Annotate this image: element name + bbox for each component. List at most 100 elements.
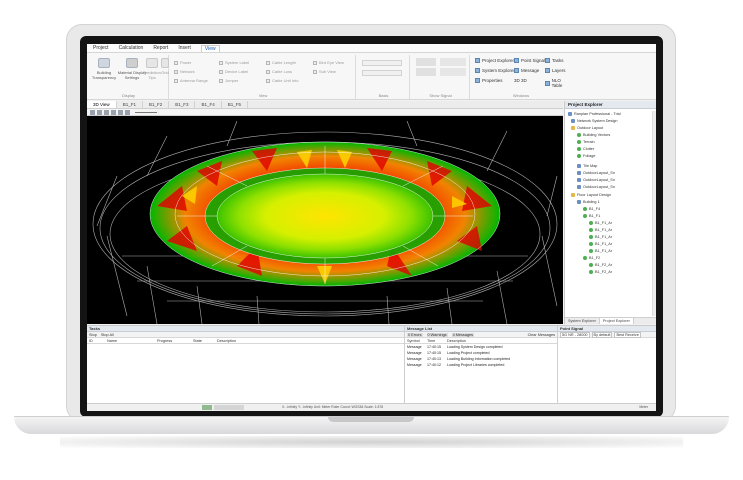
check-cable-loss[interactable]: Cable Loss — [266, 69, 292, 74]
grid-button[interactable]: Grid — [159, 58, 171, 75]
signal-button-4[interactable] — [440, 68, 466, 76]
tree-item[interactable]: B1_F2_Ar — [589, 263, 612, 267]
project-explorer-button[interactable]: Project Explorer — [475, 58, 514, 63]
tab-b1-f5[interactable]: B1_F5 — [222, 101, 249, 108]
tree-item[interactable]: OutdoorLayout_Sn — [577, 185, 615, 189]
tree-item[interactable]: OutdoorLayout_Sn — [577, 171, 615, 175]
laptop-notch — [328, 417, 414, 422]
menu-project[interactable]: Project — [93, 45, 109, 51]
layers-button[interactable]: Layers — [545, 68, 566, 73]
messages-filter[interactable]: 4 Messages — [451, 332, 475, 337]
check-device-label[interactable]: Device Label — [219, 69, 248, 74]
tree-item[interactable]: B1_F4 — [583, 207, 600, 211]
tree-item[interactable]: Ranplan Professional - Trial — [568, 112, 621, 116]
pan-icon[interactable] — [97, 110, 102, 115]
tab-b1-f4[interactable]: B1_F4 — [195, 101, 222, 108]
check-cable-unit-info[interactable]: Cable Unit Info — [266, 78, 298, 83]
message-time: 17:40:13 — [427, 357, 441, 361]
tree-item-label: Foliage — [583, 154, 596, 158]
tree-item-label: Ranplan Professional - Trial — [574, 112, 621, 116]
message-time: 17:40:15 — [427, 351, 441, 355]
signal-button[interactable] — [416, 58, 436, 66]
system-explorer-button[interactable]: System Explorer — [475, 68, 515, 73]
tree-item[interactable]: Terrain — [577, 140, 595, 144]
message-symbol: Message — [407, 351, 422, 355]
tree-item[interactable]: Outdoor Layout — [571, 126, 603, 130]
3d-view-canvas[interactable] — [87, 116, 563, 324]
tab-b1-f1[interactable]: B1_F1 — [117, 101, 143, 108]
select-icon[interactable] — [90, 110, 95, 115]
tree-item[interactable]: B1_F1_Ar — [589, 228, 612, 232]
basis-select-2[interactable] — [362, 70, 402, 76]
3d-button[interactable]: 3D 3D — [514, 78, 527, 83]
message-button[interactable]: Message — [514, 68, 539, 73]
tree-item[interactable]: Floor Layout Design — [571, 193, 611, 197]
explorer-icon — [475, 58, 480, 63]
tab-system-explorer[interactable]: System Explorer — [565, 318, 600, 324]
tree-scrollbar[interactable] — [652, 111, 656, 316]
tree-item[interactable]: Foliage — [577, 154, 595, 158]
checkbox-icon — [266, 69, 270, 74]
tree-item[interactable]: Building 1 — [577, 200, 600, 204]
tree-item[interactable]: B1_F1 — [583, 214, 600, 218]
stop-button[interactable]: Stop — [89, 333, 97, 337]
basis-select[interactable] — [362, 60, 402, 66]
zoom-slider[interactable] — [135, 112, 157, 113]
tree-item-label: B1_F1_Ar — [595, 242, 613, 246]
rotate-icon[interactable] — [104, 110, 109, 115]
fit-icon[interactable] — [118, 110, 123, 115]
tree-item[interactable]: B1_F2 — [583, 256, 600, 260]
layout-icon — [577, 185, 581, 189]
default-select[interactable]: By default — [591, 331, 613, 338]
check-power-label: Power — [180, 60, 192, 65]
tab-b1-f2[interactable]: B1_F2 — [143, 101, 170, 108]
tree-item[interactable]: B1_F1_Ar — [589, 242, 612, 246]
tab-b1-f3[interactable]: B1_F3 — [169, 101, 196, 108]
warnings-filter[interactable]: 0 Warnings — [426, 332, 448, 337]
check-bird-eye-view[interactable]: Bird Eye View — [313, 60, 344, 65]
tree-item[interactable]: B1_F1_Ar — [589, 249, 612, 253]
point-signal-button[interactable]: Point Signal — [514, 58, 545, 63]
technology-select[interactable]: 5G NR - 28000 — [560, 331, 590, 338]
check-network[interactable]: Network — [174, 69, 195, 74]
properties-button[interactable]: Properties — [475, 78, 503, 83]
tree-item[interactable]: OutdoorLayout_Sn — [577, 178, 615, 182]
menu-insert[interactable]: Insert — [178, 45, 191, 51]
area-icon — [589, 263, 593, 267]
tree-item[interactable]: Network System Design — [571, 119, 618, 123]
receive-select[interactable]: Best Receive — [614, 331, 641, 338]
properties-icon — [475, 78, 480, 83]
stop-all-button[interactable]: Stop All — [101, 333, 114, 337]
menu-report[interactable]: Report — [153, 45, 168, 51]
layers-button-label: Layers — [552, 68, 566, 73]
tab-3d-view[interactable]: 3D View — [87, 101, 117, 108]
check-system-label[interactable]: System Label — [219, 60, 249, 65]
tab-project-explorer[interactable]: Project Explorer — [599, 318, 634, 324]
nlo-table-button[interactable]: NLO Table — [545, 78, 570, 88]
tree-item[interactable]: Tile Map — [577, 164, 597, 168]
check-power[interactable]: Power — [174, 60, 191, 65]
tasks-button[interactable]: Tasks — [545, 58, 564, 63]
tree-item[interactable]: Clutter — [577, 147, 594, 151]
message-description: Loading Project Libraries completed — [447, 363, 505, 367]
building-transparency-button[interactable]: Building Transparency — [89, 58, 119, 80]
check-antenna-range[interactable]: Antenna Range — [174, 78, 208, 83]
signal-button-3[interactable] — [440, 58, 466, 66]
tree-item[interactable]: B1_F2_Ar — [589, 270, 612, 274]
check-sub-view[interactable]: Sub View — [313, 69, 336, 74]
clear-messages-button[interactable]: Clear Messages — [528, 333, 555, 337]
errors-filter[interactable]: 0 Errors — [407, 332, 423, 337]
check-jumper[interactable]: Jumper — [219, 78, 238, 83]
message-row[interactable]: Message 17:40:12 Loading Project Librari… — [405, 362, 557, 368]
zoom-icon[interactable] — [111, 110, 116, 115]
project-explorer-panel: Project Explorer Ranplan Professional - … — [564, 101, 656, 324]
tree-item[interactable]: B1_F1_Ar — [589, 221, 612, 225]
check-cable-length[interactable]: Cable Length — [266, 60, 296, 65]
signal-button-2[interactable] — [416, 68, 436, 76]
menu-view[interactable]: View — [200, 44, 220, 52]
checkbox-icon — [219, 60, 223, 65]
camera-icon[interactable] — [125, 110, 130, 115]
tree-item[interactable]: Building Vectors — [577, 133, 610, 137]
menu-calculation[interactable]: Calculation — [119, 45, 144, 51]
tree-item[interactable]: B1_F1_Ar — [589, 235, 612, 239]
